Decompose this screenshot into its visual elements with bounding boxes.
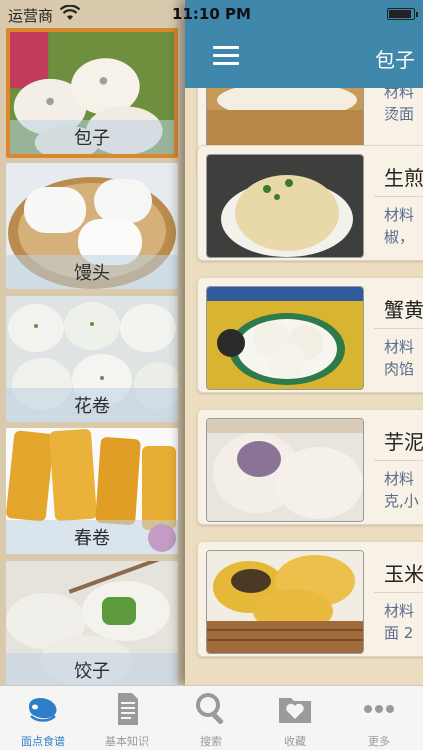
meat-icon xyxy=(29,698,57,722)
menu-icon[interactable] xyxy=(213,46,239,66)
recipe-thumbnail xyxy=(206,550,364,654)
recipe-thumbnail xyxy=(206,286,364,390)
recipe-card[interactable]: 芋泥 材料 克,小 xyxy=(197,409,423,525)
category-label: 春卷 xyxy=(74,528,110,549)
recipe-name: 芋泥 xyxy=(384,430,423,454)
category-label: 馒头 xyxy=(74,263,110,284)
recipe-card[interactable]: 玉米 材料 面 2 xyxy=(197,541,423,657)
recipe-name: 蟹黄 xyxy=(384,298,423,322)
category-item-chunjuan[interactable]: 春卷 xyxy=(6,428,178,554)
tab-label: 搜索 xyxy=(200,735,222,748)
tab-label: 更多 xyxy=(368,735,390,748)
tab-label: 收藏 xyxy=(284,735,306,748)
recipe-card[interactable]: 生煎 材料 椒， xyxy=(197,145,423,261)
battery-icon xyxy=(387,8,418,20)
tab-basics[interactable]: 基本知识 xyxy=(85,686,169,750)
tab-search[interactable]: 搜索 xyxy=(169,686,253,750)
document-icon xyxy=(118,693,138,725)
recipe-desc: 材料 椒， xyxy=(384,206,415,246)
recipe-desc: 材料 克,小 xyxy=(384,470,419,510)
tab-label: 基本知识 xyxy=(105,735,149,748)
heart-folder-icon xyxy=(279,698,311,723)
recipe-name: 生煎 xyxy=(384,166,423,190)
recipe-thumbnail xyxy=(206,418,364,522)
tab-bar: 面点食谱 基本知识 搜索 收藏 更多 xyxy=(0,685,423,750)
category-item-huajuan[interactable]: 花卷 xyxy=(6,296,178,422)
recipe-thumbnail xyxy=(206,154,364,258)
category-item-baozi[interactable]: 包子 xyxy=(6,28,178,158)
clock: 11:10 PM xyxy=(172,5,251,23)
recipe-desc: 材料 肉馅 xyxy=(384,338,415,378)
category-item-jiaozi[interactable]: 饺子 xyxy=(6,561,178,685)
recipe-card[interactable]: 蟹黄 材料 肉馅 xyxy=(197,277,423,393)
tab-more[interactable]: 更多 xyxy=(337,686,421,750)
more-dots-icon xyxy=(364,705,394,713)
category-label: 包子 xyxy=(74,128,110,149)
search-icon xyxy=(196,693,224,725)
tab-label: 面点食谱 xyxy=(21,735,65,748)
category-label: 花卷 xyxy=(74,396,110,417)
status-bar: 运营商 11:10 PM xyxy=(0,0,423,28)
category-label: 饺子 xyxy=(74,661,110,682)
category-item-mantou[interactable]: 馒头 xyxy=(6,163,178,289)
tab-recipes[interactable]: 面点食谱 xyxy=(1,686,85,750)
category-sidebar: 包子 馒头 花卷 春卷 饺子 xyxy=(0,0,185,685)
recipe-desc: 材料 面 2 xyxy=(384,602,415,642)
tab-favorites[interactable]: 收藏 xyxy=(253,686,337,750)
recipe-panel: 材料 烫面 生煎 材料 椒， 蟹黄 材料 肉馅 芋泥 材料 克,小 玉米 材料 … xyxy=(185,0,423,685)
page-title: 包子 xyxy=(375,48,415,72)
recipe-name: 玉米 xyxy=(384,562,423,586)
